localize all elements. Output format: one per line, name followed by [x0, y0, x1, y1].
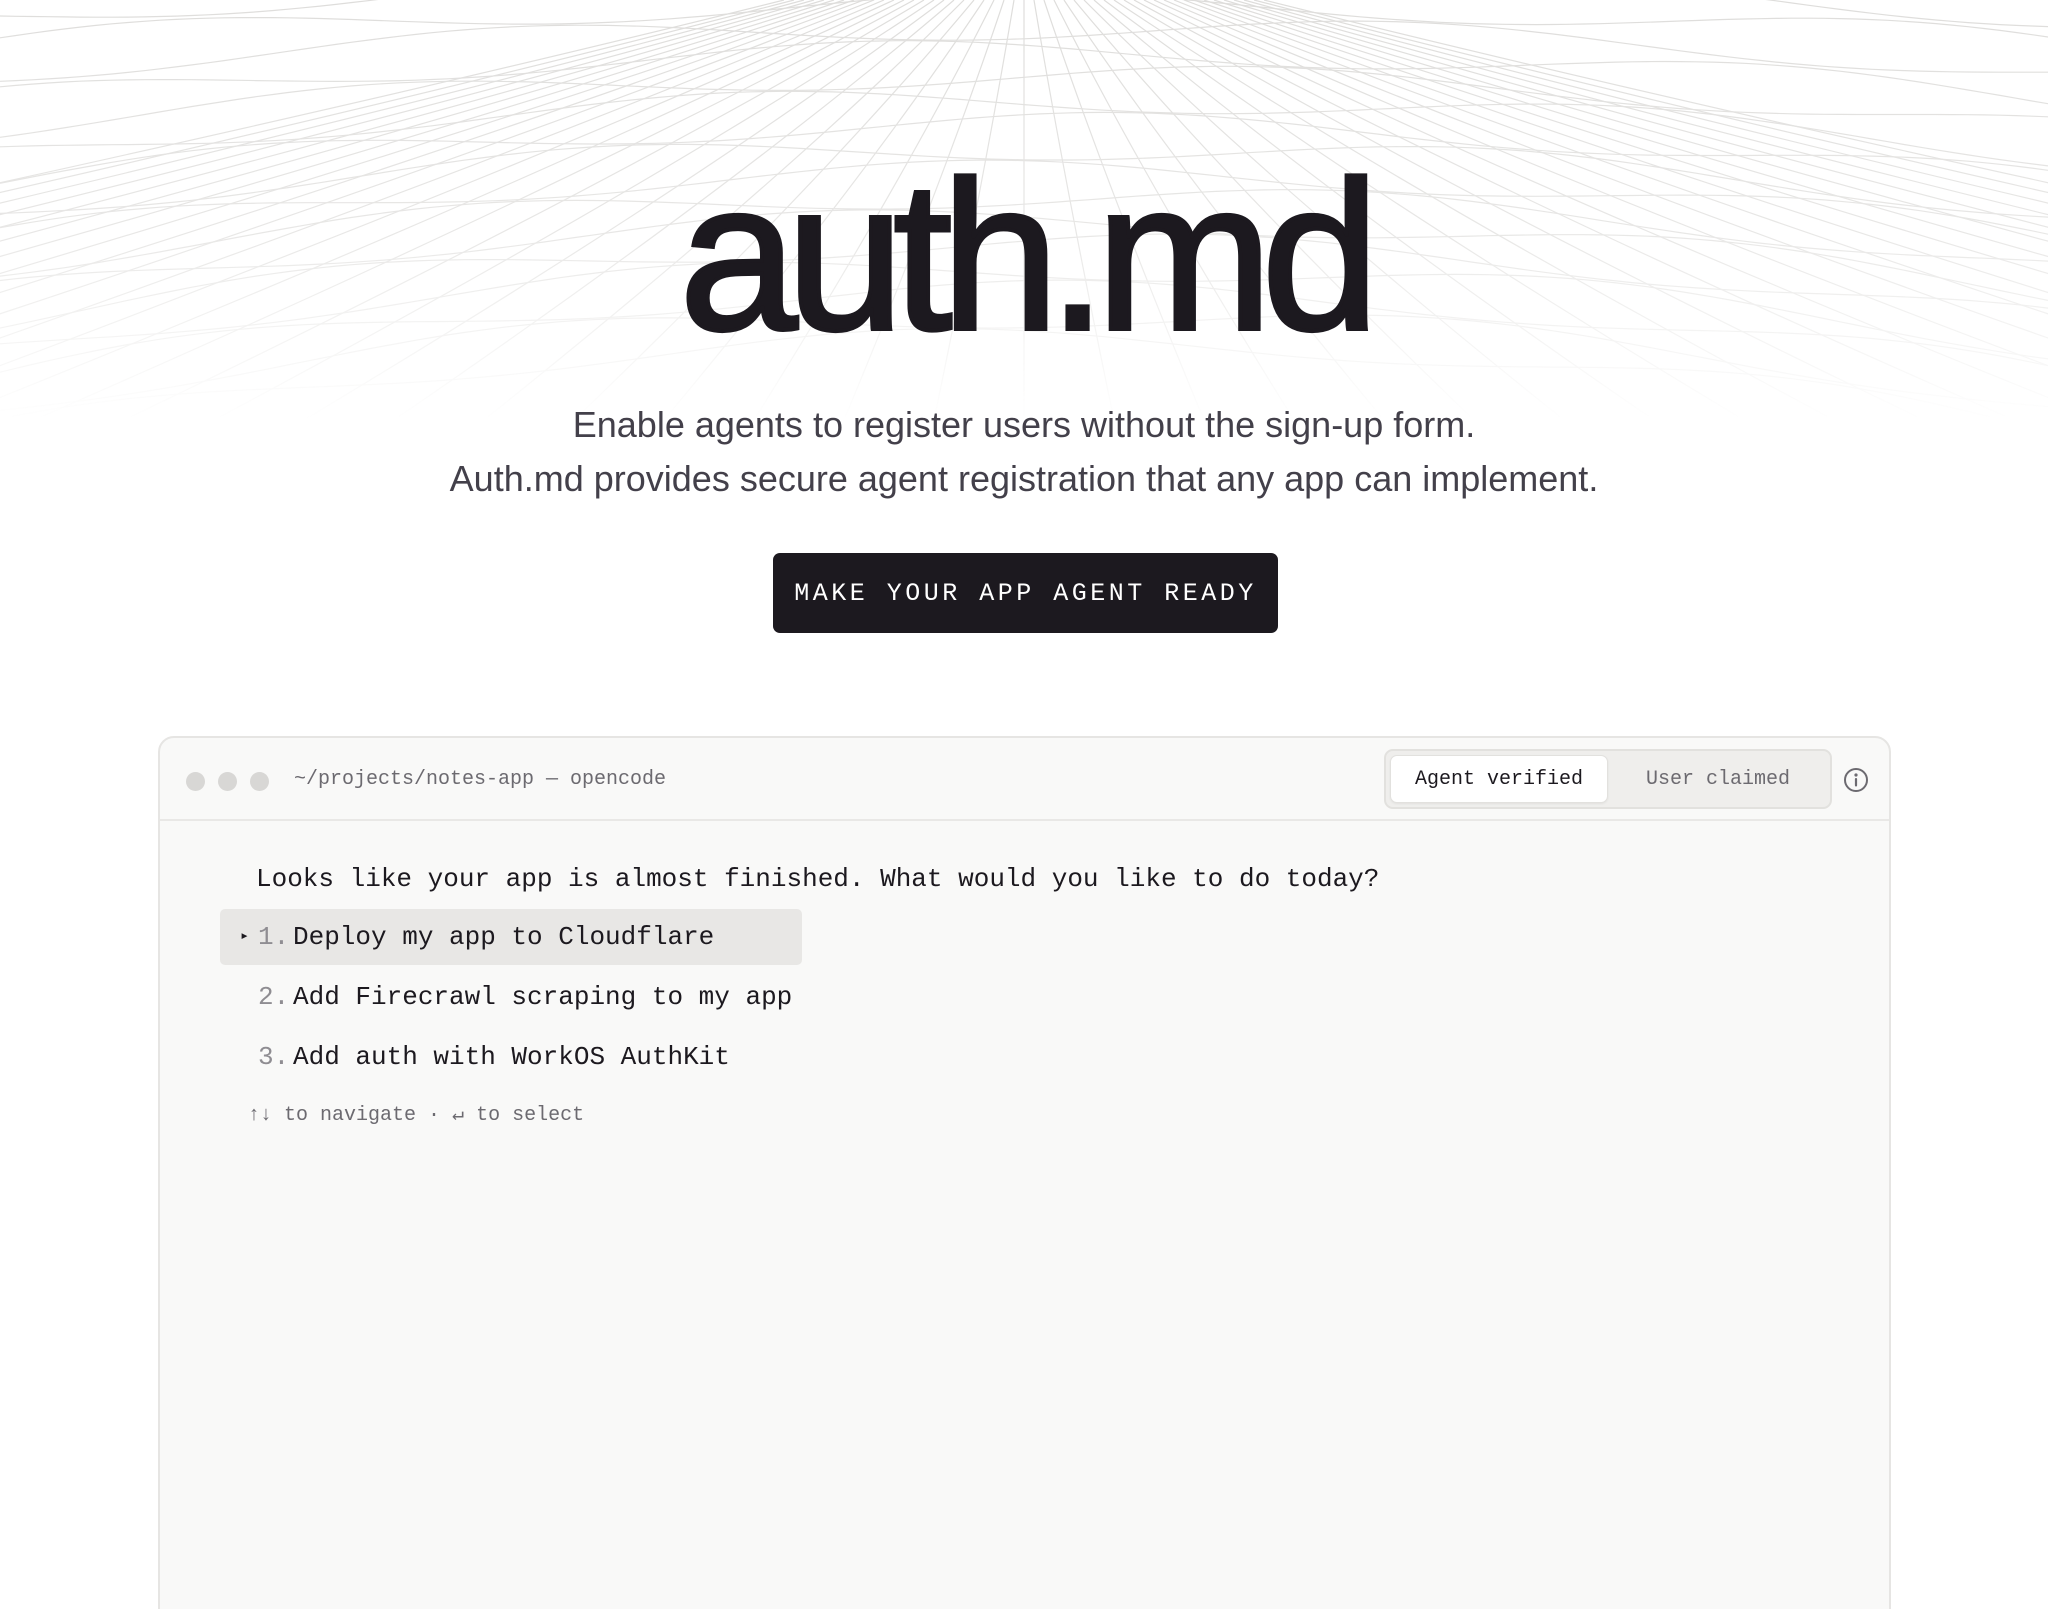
option-number: 3.	[258, 1042, 290, 1072]
options-list: ▸ 1. Deploy my app to Cloudflare 2. Add …	[220, 909, 802, 1089]
terminal-titlebar: ~/projects/notes-app — opencode Agent ve…	[160, 738, 1889, 821]
option-deploy-cloudflare[interactable]: ▸ 1. Deploy my app to Cloudflare	[220, 909, 802, 965]
option-label: Add Firecrawl scraping to my app	[293, 982, 793, 1012]
option-label: Deploy my app to Cloudflare	[293, 922, 715, 952]
hero-subtitle-line-1: Enable agents to register users without …	[572, 404, 1476, 445]
terminal-window: ~/projects/notes-app — opencode Agent ve…	[158, 736, 1891, 1609]
window-controls	[186, 772, 269, 791]
selected-marker-icon: ▸	[240, 928, 250, 945]
option-add-firecrawl[interactable]: 2. Add Firecrawl scraping to my app	[220, 969, 802, 1025]
make-app-agent-ready-button[interactable]: MAKE YOUR APP AGENT READY	[773, 553, 1278, 633]
hero-title: auth.md	[677, 137, 1381, 374]
verification-toggle: Agent verified User claimed	[1384, 749, 1832, 809]
window-maximize-dot[interactable]	[250, 772, 269, 791]
hero-subtitle: Enable agents to register users without …	[0, 398, 2048, 506]
tab-user-claimed[interactable]: User claimed	[1614, 755, 1822, 803]
info-icon[interactable]	[1843, 767, 1869, 793]
hero-subtitle-line-2: Auth.md provides secure agent registrati…	[449, 458, 1599, 499]
window-minimize-dot[interactable]	[218, 772, 237, 791]
option-add-workos-auth[interactable]: 3. Add auth with WorkOS AuthKit	[220, 1029, 802, 1085]
keyboard-hint: ↑↓ to navigate · ↵ to select	[248, 1104, 585, 1127]
option-label: Add auth with WorkOS AuthKit	[293, 1042, 730, 1072]
agent-prompt: Looks like your app is almost finished. …	[256, 864, 1380, 894]
page: auth.md Enable agents to register users …	[0, 0, 2048, 1609]
option-number: 1.	[258, 922, 290, 952]
terminal-title: ~/projects/notes-app — opencode	[294, 768, 667, 791]
tab-agent-verified[interactable]: Agent verified	[1390, 755, 1608, 803]
window-close-dot[interactable]	[186, 772, 205, 791]
option-number: 2.	[258, 982, 290, 1012]
